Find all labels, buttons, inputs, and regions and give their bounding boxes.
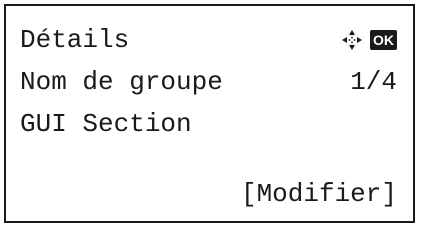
group-name-value: GUI Section	[20, 109, 192, 139]
modify-softkey[interactable]: [Modifier]	[241, 176, 397, 212]
group-value-row: GUI Section	[20, 106, 397, 142]
screen-title: Détails	[20, 25, 130, 55]
group-name-label: Nom de groupe	[20, 67, 223, 97]
page-indicator: 1/4	[350, 67, 397, 97]
group-name-row[interactable]: Nom de groupe 1/4	[20, 64, 397, 100]
ok-icon: OK	[370, 30, 397, 50]
softkey-row: [Modifier]	[20, 176, 397, 212]
display-panel: Détails OK Nom de groupe 1/4 GUI Section…	[4, 4, 415, 223]
header-row: Détails OK	[20, 22, 397, 58]
four-way-navigation-icon	[342, 30, 362, 50]
navigation-hint: OK	[340, 28, 397, 52]
